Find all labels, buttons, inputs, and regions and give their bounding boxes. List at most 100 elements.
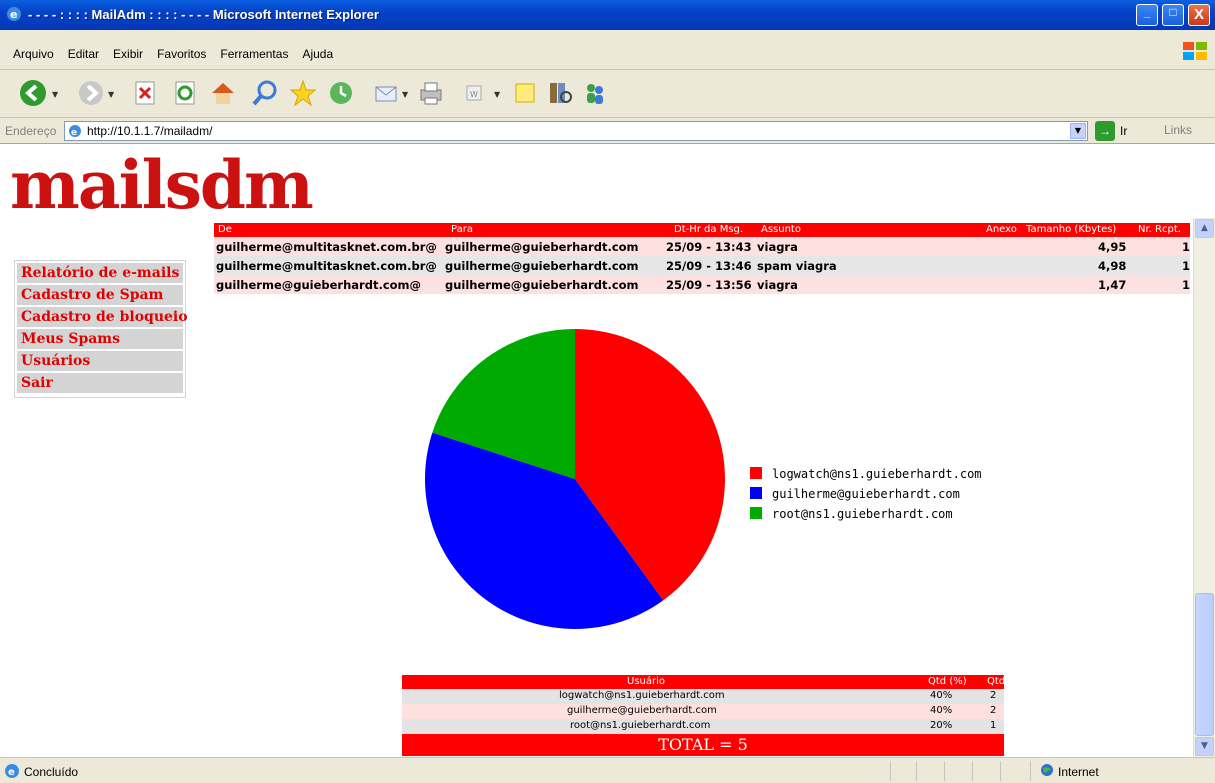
email-row[interactable]: guilherme@multitasknet.com.br@ guilherme… — [214, 237, 1190, 256]
svg-text:e: e — [71, 128, 77, 138]
email-tamanho: 4,95 — [1098, 240, 1127, 254]
go-button[interactable]: → Ir — [1095, 121, 1155, 141]
stop-icon[interactable] — [130, 78, 160, 108]
menu-usuarios[interactable]: Usuários — [17, 351, 183, 371]
page-done-icon: e — [5, 764, 19, 778]
minimize-button[interactable]: _ — [1136, 4, 1158, 26]
col-dt: Dt-Hr da Msg. — [674, 224, 744, 235]
email-de: guilherme@guieberhardt.com@ — [216, 278, 422, 292]
edit-icon[interactable]: W — [460, 78, 490, 108]
summary-qtd: 1 — [990, 720, 997, 731]
email-de: guilherme@multitasknet.com.br@ — [216, 259, 437, 273]
legend-swatch — [750, 507, 762, 519]
svg-text:W: W — [470, 90, 478, 99]
summary-row: guilherme@guieberhardt.com 40% 2 — [402, 704, 1004, 719]
status-text: Concluído — [24, 765, 79, 779]
address-label: Endereço — [5, 124, 57, 138]
scroll-thumb[interactable] — [1195, 593, 1214, 736]
address-input[interactable] — [87, 123, 1057, 139]
maximize-button[interactable]: □ — [1162, 4, 1184, 26]
email-para: guilherme@guieberhardt.com — [445, 240, 639, 254]
menu-ajuda[interactable]: Ajuda — [295, 47, 340, 61]
email-rcpt: 1 — [1182, 259, 1191, 273]
forward-icon[interactable] — [76, 78, 106, 108]
go-arrow-icon: → — [1095, 121, 1115, 141]
legend-label: guilherme@guieberhardt.com — [772, 487, 960, 501]
summary-usuario: logwatch@ns1.guieberhardt.com — [559, 690, 725, 701]
menu-editar[interactable]: Editar — [61, 47, 106, 61]
edit-dropdown-icon[interactable]: ▼ — [494, 90, 500, 99]
email-row[interactable]: guilherme@multitasknet.com.br@ guilherme… — [214, 256, 1190, 275]
scroll-down-icon[interactable]: ▼ — [1195, 737, 1214, 756]
menu-sair[interactable]: Sair — [17, 373, 183, 393]
email-para: guilherme@guieberhardt.com — [445, 278, 639, 292]
summary-qtd: 2 — [990, 690, 997, 701]
summary-qtd: 2 — [990, 705, 997, 716]
mailadm-logo: mailsdm — [10, 146, 314, 224]
email-row[interactable]: guilherme@guieberhardt.com@ guilherme@gu… — [214, 275, 1190, 294]
summary-pct: 40% — [930, 705, 953, 716]
status-divider — [916, 761, 917, 781]
menu-exibir[interactable]: Exibir — [106, 47, 150, 61]
email-rcpt: 1 — [1182, 240, 1191, 254]
pie-chart: logwatch@ns1.guieberhardt.com guilherme@g… — [425, 329, 982, 629]
summary-row: logwatch@ns1.guieberhardt.com 40% 2 — [402, 689, 1004, 704]
summary-usuario: guilherme@guieberhardt.com — [567, 705, 717, 716]
summary-pct: 20% — [930, 720, 953, 731]
legend-swatch — [750, 467, 762, 479]
emails-header: De Para Dt-Hr da Msg. Assunto Anexo Tama… — [214, 223, 1190, 237]
email-dt: 25/09 - 13:56 — [666, 278, 752, 292]
col-assunto: Assunto — [761, 224, 801, 235]
ie-logo-icon: e — [7, 7, 21, 21]
email-assunto: viagra — [757, 240, 798, 254]
status-divider — [944, 761, 945, 781]
email-rcpt: 1 — [1182, 278, 1191, 292]
address-dropdown-icon[interactable]: ▼ — [1070, 123, 1086, 139]
window-title: - - - - : : : : MailAdm : : : : - - - - … — [28, 7, 379, 22]
forward-dropdown-icon[interactable]: ▼ — [108, 90, 114, 99]
side-menu: Relatório de e-mails Cadastro de Spam Ca… — [14, 260, 188, 398]
svg-text:e: e — [10, 8, 17, 21]
email-dt: 25/09 - 13:43 — [666, 240, 752, 254]
refresh-icon[interactable] — [170, 78, 200, 108]
go-label: Ir — [1120, 124, 1128, 138]
links-button[interactable]: Links — [1164, 123, 1192, 137]
back-icon[interactable] — [18, 78, 48, 108]
email-de: guilherme@multitasknet.com.br@ — [216, 240, 437, 254]
messenger-icon[interactable] — [580, 78, 610, 108]
menu-cadastro-bloqueio[interactable]: Cadastro de bloqueio — [17, 307, 188, 327]
research-icon[interactable] — [544, 78, 574, 108]
print-icon[interactable] — [416, 78, 446, 108]
status-bar: e Concluído Internet — [0, 757, 1215, 783]
back-dropdown-icon[interactable]: ▼ — [52, 90, 58, 99]
summary-row: root@ns1.guieberhardt.com 20% 1 — [402, 719, 1004, 734]
menu-ferramentas[interactable]: Ferramentas — [213, 47, 295, 61]
scroll-up-icon[interactable]: ▲ — [1195, 219, 1214, 238]
home-icon[interactable] — [208, 78, 238, 108]
legend-label: root@ns1.guieberhardt.com — [772, 507, 953, 521]
summary-table: Usuário Qtd (%) Qtd logwatch@ns1.guieber… — [402, 675, 1006, 756]
status-divider — [890, 761, 891, 781]
page-content: mailsdm De Para Dt-Hr da Msg. Assunto An… — [0, 145, 1193, 757]
menu-meus-spams[interactable]: Meus Spams — [17, 329, 183, 349]
col-usuario: Usuário — [627, 676, 666, 687]
close-button[interactable]: X — [1188, 4, 1210, 26]
address-box[interactable]: e ▼ — [64, 121, 1088, 141]
menu-cadastro-spam[interactable]: Cadastro de Spam — [17, 285, 183, 305]
vertical-scrollbar[interactable]: ▲ ▼ — [1193, 218, 1215, 757]
history-icon[interactable] — [326, 78, 356, 108]
menu-relatorio-emails[interactable]: Relatório de e-mails — [17, 263, 183, 283]
email-para: guilherme@guieberhardt.com — [445, 259, 639, 273]
menu-favoritos[interactable]: Favoritos — [150, 47, 213, 61]
menu-arquivo[interactable]: Arquivo — [6, 47, 61, 61]
mail-dropdown-icon[interactable]: ▼ — [402, 90, 408, 99]
search-icon[interactable] — [250, 78, 280, 108]
discuss-icon[interactable] — [510, 78, 540, 108]
legend-swatch — [750, 487, 762, 499]
email-assunto: viagra — [757, 278, 798, 292]
favorites-icon[interactable] — [288, 78, 318, 108]
internet-zone-icon — [1041, 764, 1053, 776]
mail-icon[interactable] — [372, 78, 402, 108]
col-anexo: Anexo — [986, 224, 1017, 235]
col-qtd: Qtd — [987, 676, 1006, 687]
